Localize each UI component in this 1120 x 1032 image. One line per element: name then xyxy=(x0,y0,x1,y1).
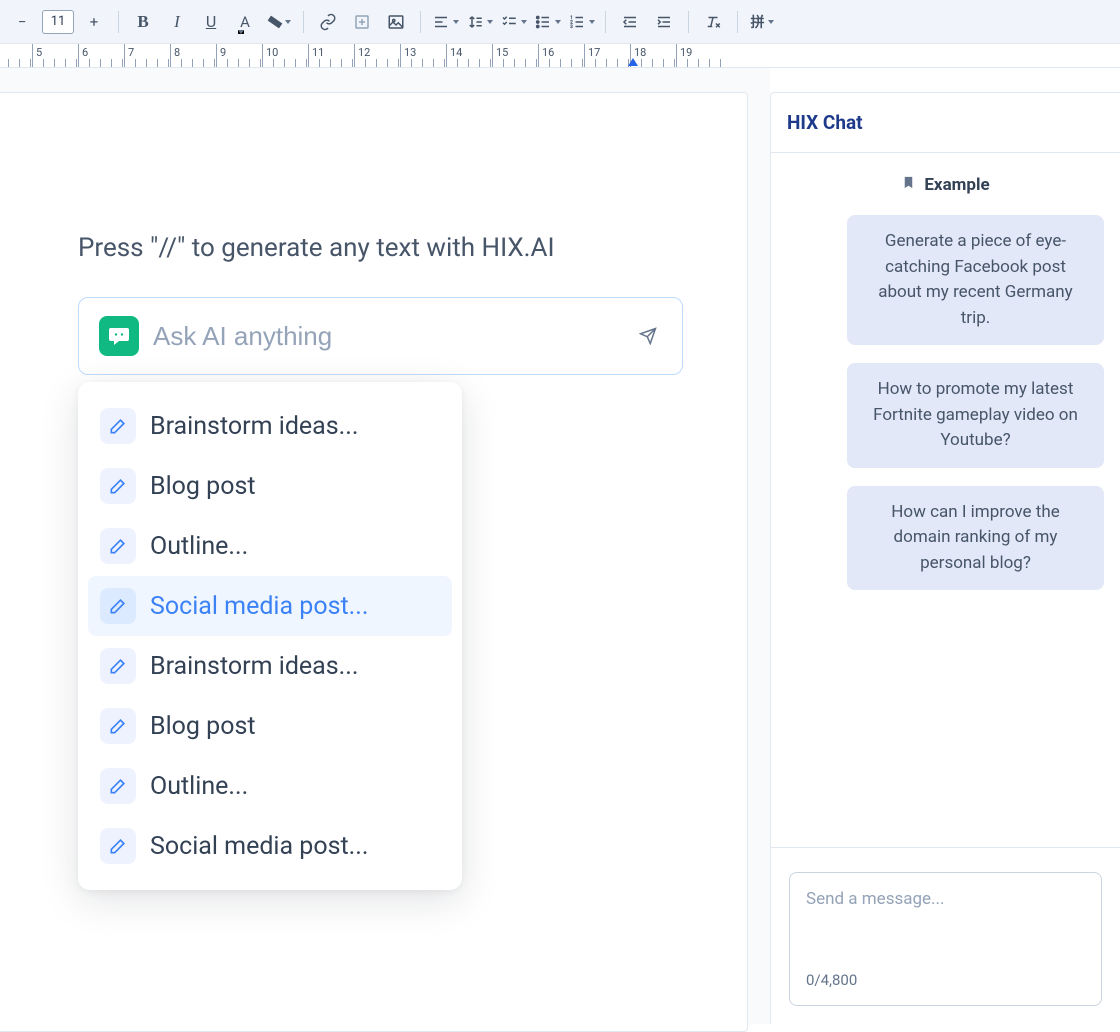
ruler-tick: 12 xyxy=(354,44,400,67)
highlight-button[interactable] xyxy=(265,8,293,36)
suggestion-item[interactable]: Social media post... xyxy=(88,816,452,876)
editor-area: Press "//" to generate any text with HIX… xyxy=(0,68,770,1024)
font-size-increase-button[interactable]: + xyxy=(80,8,108,36)
image-button[interactable] xyxy=(382,8,410,36)
chat-input-box: 0/4,800 xyxy=(789,872,1102,1006)
indent-decrease-button[interactable] xyxy=(616,8,644,36)
chat-char-count: 0/4,800 xyxy=(806,971,1085,989)
suggestion-label: Brainstorm ideas... xyxy=(150,412,358,441)
chat-panel: HIX Chat Example Generate a piece of eye… xyxy=(770,92,1120,1024)
font-size-input[interactable]: 11 xyxy=(42,10,74,34)
link-button[interactable] xyxy=(314,8,342,36)
chat-example-label: Example xyxy=(924,175,989,195)
suggestion-label: Outline... xyxy=(150,772,248,801)
chat-panel-title: HIX Chat xyxy=(771,93,1120,153)
chat-example-card[interactable]: Generate a piece of eye-catching Faceboo… xyxy=(847,215,1104,345)
checklist-button[interactable] xyxy=(499,8,527,36)
formatting-toolbar: − 11 + B I U A 123 拼 xyxy=(0,0,1120,44)
svg-text:3: 3 xyxy=(570,24,573,30)
ruler-tick: 14 xyxy=(446,44,492,67)
suggestion-label: Social media post... xyxy=(150,592,368,621)
suggestion-label: Outline... xyxy=(150,532,248,561)
ruler-tick: 19 xyxy=(676,44,722,67)
suggestion-item[interactable]: Brainstorm ideas... xyxy=(88,396,452,456)
editor-hint-text: Press "//" to generate any text with HIX… xyxy=(78,233,683,263)
suggestion-item[interactable]: Social media post... xyxy=(88,576,452,636)
ruler-tick: 10 xyxy=(262,44,308,67)
suggestion-item[interactable]: Outline... xyxy=(88,756,452,816)
pencil-icon xyxy=(100,708,136,744)
pinyin-button[interactable]: 拼 xyxy=(748,8,776,36)
chat-input-area: 0/4,800 xyxy=(771,847,1120,1024)
ruler-tick: 8 xyxy=(170,44,216,67)
line-spacing-button[interactable] xyxy=(465,8,493,36)
ask-ai-input[interactable] xyxy=(153,321,620,352)
insert-button[interactable] xyxy=(348,8,376,36)
pencil-icon xyxy=(100,588,136,624)
ruler-tick: 5 xyxy=(32,44,78,67)
ruler-tick: 7 xyxy=(124,44,170,67)
send-icon[interactable] xyxy=(634,322,662,350)
ruler-tick: 11 xyxy=(308,44,354,67)
bullet-list-button[interactable] xyxy=(533,8,561,36)
ai-suggestions-dropdown: Brainstorm ideas... Blog post Outline... So… xyxy=(78,382,462,890)
clear-formatting-button[interactable] xyxy=(699,8,727,36)
ruler-tick: 17 xyxy=(584,44,630,67)
suggestion-item[interactable]: Outline... xyxy=(88,516,452,576)
pencil-icon xyxy=(100,828,136,864)
italic-button[interactable]: I xyxy=(163,8,191,36)
numbered-list-button[interactable]: 123 xyxy=(567,8,595,36)
suggestion-label: Blog post xyxy=(150,712,256,741)
pencil-icon xyxy=(100,408,136,444)
ruler-tick: 9 xyxy=(216,44,262,67)
suggestion-label: Brainstorm ideas... xyxy=(150,652,358,681)
bold-button[interactable]: B xyxy=(129,8,157,36)
ruler-tick: 13 xyxy=(400,44,446,67)
chat-example-header: Example xyxy=(787,175,1104,195)
ruler-tick: 15 xyxy=(492,44,538,67)
font-size-decrease-button[interactable]: − xyxy=(8,8,36,36)
chat-message-input[interactable] xyxy=(806,889,1085,963)
text-color-button[interactable]: A xyxy=(231,8,259,36)
suggestion-label: Social media post... xyxy=(150,832,368,861)
ruler-tick: 4 xyxy=(0,44,32,67)
ruler-tick: 16 xyxy=(538,44,584,67)
ruler-marker-icon[interactable] xyxy=(628,58,638,66)
suggestion-label: Blog post xyxy=(150,472,256,501)
pencil-icon xyxy=(100,768,136,804)
indent-increase-button[interactable] xyxy=(650,8,678,36)
align-button[interactable] xyxy=(431,8,459,36)
pencil-icon xyxy=(100,648,136,684)
ruler: 345678910111213141516171819 xyxy=(0,44,1120,68)
suggestion-item[interactable]: Brainstorm ideas... xyxy=(88,636,452,696)
chat-example-card[interactable]: How can I improve the domain ranking of … xyxy=(847,486,1104,591)
bookmark-icon xyxy=(901,175,916,195)
suggestion-item[interactable]: Blog post xyxy=(88,696,452,756)
pencil-icon xyxy=(100,528,136,564)
pencil-icon xyxy=(100,468,136,504)
ask-ai-bar xyxy=(78,297,683,375)
suggestion-item[interactable]: Blog post xyxy=(88,456,452,516)
chat-body: Example Generate a piece of eye-catching… xyxy=(771,153,1120,847)
underline-button[interactable]: U xyxy=(197,8,225,36)
chat-example-card[interactable]: How to promote my latest Fortnite gamepl… xyxy=(847,363,1104,468)
ai-chat-icon xyxy=(99,316,139,356)
ruler-tick: 6 xyxy=(78,44,124,67)
